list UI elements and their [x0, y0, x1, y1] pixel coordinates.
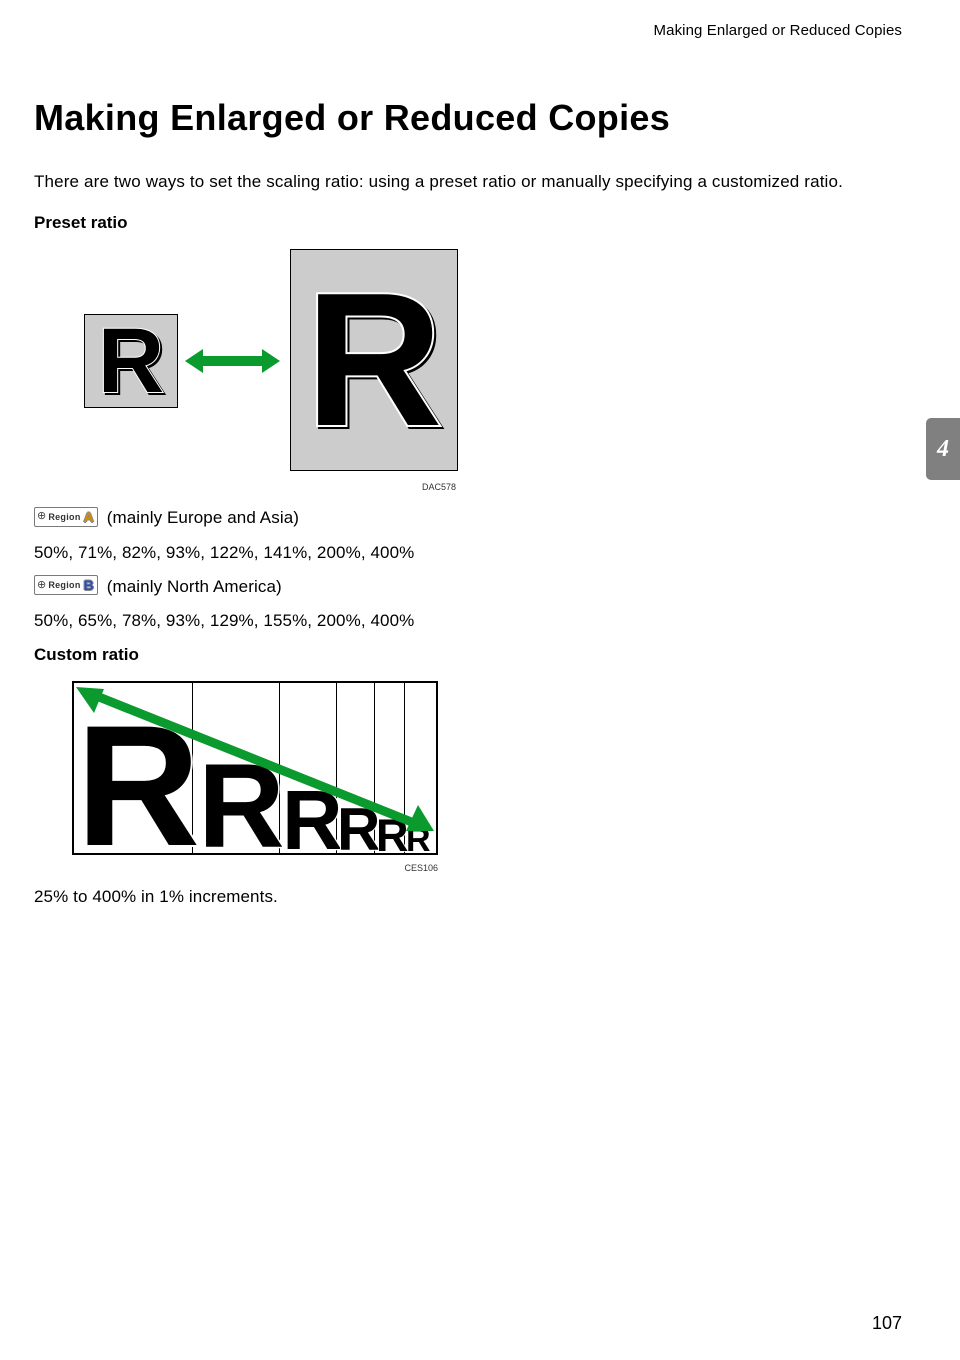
region-b-values: 50%, 65%, 78%, 93%, 129%, 155%, 200%, 40… [34, 611, 902, 631]
region-letter-a: A [84, 510, 94, 524]
large-doc-icon: R [290, 249, 458, 471]
custom-ratio-heading: Custom ratio [34, 645, 902, 665]
region-a-line: ⊕ Region A (mainly Europe and Asia) [34, 508, 902, 529]
figure-id-1: DAC578 [72, 482, 456, 492]
custom-ratio-desc: 25% to 400% in 1% increments. [34, 887, 902, 907]
small-doc-icon: R [84, 314, 178, 408]
region-letter-b: B [84, 578, 94, 592]
chapter-tab: 4 [926, 418, 960, 480]
figure-id-2: CES106 [72, 863, 438, 873]
region-word: Region [48, 580, 80, 590]
double-arrow-icon [185, 349, 280, 373]
globe-icon: ⊕ [37, 580, 46, 591]
region-b-desc: (mainly North America) [107, 577, 282, 596]
custom-ratio-figure: R R R R R R [72, 681, 902, 855]
running-header: Making Enlarged or Reduced Copies [34, 22, 902, 39]
region-a-badge: ⊕ Region A [34, 507, 98, 527]
region-a-desc: (mainly Europe and Asia) [107, 508, 299, 527]
region-word: Region [48, 512, 80, 522]
preset-ratio-heading: Preset ratio [34, 213, 902, 233]
page-number: 107 [872, 1313, 902, 1334]
region-b-badge: ⊕ Region B [34, 575, 98, 595]
region-b-line: ⊕ Region B (mainly North America) [34, 577, 902, 598]
globe-icon: ⊕ [37, 511, 46, 522]
region-a-values: 50%, 71%, 82%, 93%, 122%, 141%, 200%, 40… [34, 543, 902, 563]
page-title: Making Enlarged or Reduced Copies [34, 97, 902, 139]
preset-ratio-figure: R R [72, 249, 902, 474]
intro-text: There are two ways to set the scaling ra… [34, 169, 902, 195]
